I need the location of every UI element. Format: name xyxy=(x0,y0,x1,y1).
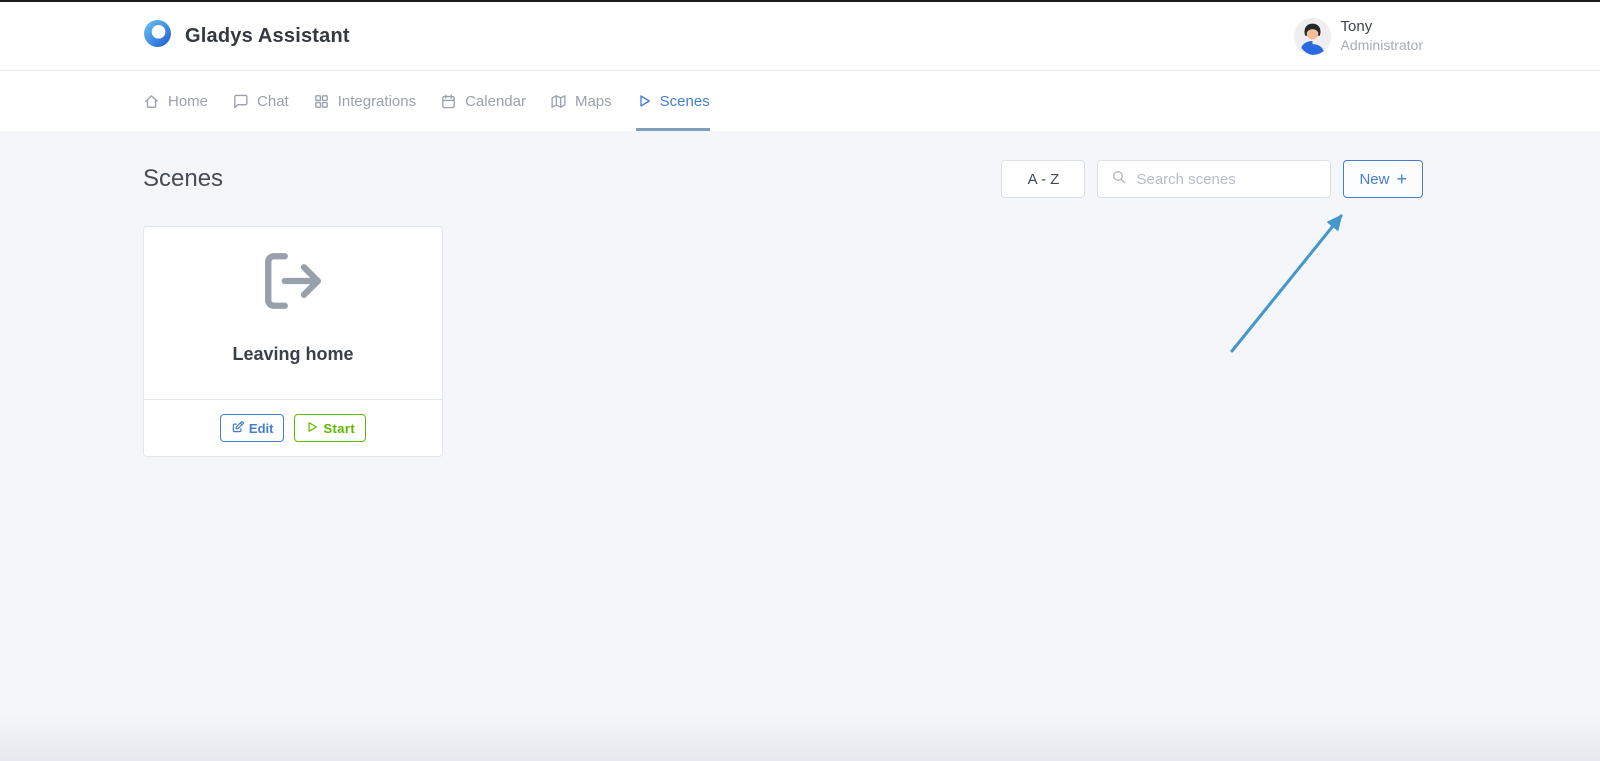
new-scene-button[interactable]: New + xyxy=(1343,160,1423,198)
play-icon xyxy=(305,420,319,437)
calendar-icon xyxy=(440,93,457,110)
edit-icon xyxy=(231,420,245,437)
tab-calendar[interactable]: Calendar xyxy=(440,71,526,131)
user-name: Tony xyxy=(1341,18,1423,37)
scene-card: Leaving home Edit Start xyxy=(143,226,443,457)
new-scene-label: New xyxy=(1359,171,1389,188)
tab-scenes[interactable]: Scenes xyxy=(636,71,710,131)
start-label: Start xyxy=(323,421,355,436)
user-menu[interactable]: Tony Administrator xyxy=(1294,18,1423,55)
scene-name: Leaving home xyxy=(232,344,353,365)
app-title: Gladys Assistant xyxy=(185,25,350,48)
page-title: Scenes xyxy=(143,165,223,193)
maps-icon xyxy=(550,93,567,110)
integrations-icon xyxy=(313,93,330,110)
tab-integrations[interactable]: Integrations xyxy=(313,71,416,131)
edit-label: Edit xyxy=(249,421,274,436)
home-icon xyxy=(143,93,160,110)
start-scene-button[interactable]: Start xyxy=(294,414,366,442)
tab-label: Scenes xyxy=(660,93,710,110)
tab-label: Integrations xyxy=(338,93,416,110)
search-field xyxy=(1097,160,1331,198)
brand: Gladys Assistant xyxy=(143,19,350,53)
main-nav: Home Chat Integrations Calendar Maps xyxy=(0,71,1600,131)
sort-select[interactable]: A - Z xyxy=(1001,160,1085,198)
scenes-page: Scenes A - Z New + Leaving home xyxy=(0,131,1600,457)
search-icon xyxy=(1111,169,1127,190)
chat-icon xyxy=(232,93,249,110)
gladys-logo-icon xyxy=(143,19,172,53)
search-input[interactable] xyxy=(1136,171,1317,188)
sign-out-icon xyxy=(260,248,326,319)
user-role: Administrator xyxy=(1341,37,1423,55)
tab-chat[interactable]: Chat xyxy=(232,71,289,131)
tab-label: Calendar xyxy=(465,93,526,110)
edit-scene-button[interactable]: Edit xyxy=(220,414,285,442)
scene-card-grid: Leaving home Edit Start xyxy=(143,226,1423,457)
tab-maps[interactable]: Maps xyxy=(550,71,612,131)
app-header: Gladys Assistant Tony Administrator xyxy=(0,2,1600,71)
bottom-shadow xyxy=(0,713,1600,761)
scenes-icon xyxy=(636,93,652,109)
tab-label: Maps xyxy=(575,93,612,110)
plus-icon: + xyxy=(1396,170,1407,188)
avatar xyxy=(1294,18,1331,55)
tab-label: Chat xyxy=(257,93,289,110)
tab-home[interactable]: Home xyxy=(143,71,208,131)
tab-label: Home xyxy=(168,93,208,110)
